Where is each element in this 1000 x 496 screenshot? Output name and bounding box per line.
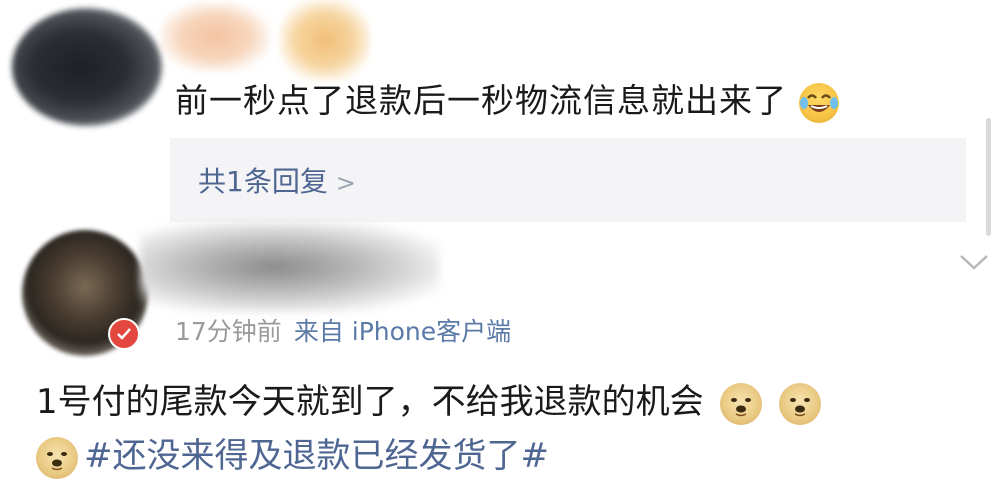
comment-body: 前一秒点了退款后一秒物流信息就出来了 <box>175 81 787 120</box>
comment-text-line2: #还没来得及退款已经发货了# <box>36 428 549 479</box>
comment-text: 1号付的尾款今天就到了，不给我退款的机会 <box>36 374 822 425</box>
comment-body: 1号付的尾款今天就到了，不给我退款的机会 <box>36 382 704 422</box>
comment-meta: 17分钟前 来自 iPhone客户端 <box>175 312 511 348</box>
laughing-crying-icon <box>798 82 839 123</box>
verified-badge-icon <box>108 318 140 350</box>
client-source-link[interactable]: 来自 iPhone客户端 <box>294 317 511 346</box>
chevron-right-icon: > <box>335 169 356 197</box>
comment-text: 前一秒点了退款后一秒物流信息就出来了 <box>175 74 839 123</box>
scrollbar[interactable] <box>986 118 991 236</box>
username-blurred[interactable] <box>140 222 440 312</box>
view-replies-link[interactable]: 共1条回复 > <box>198 160 356 200</box>
username-blurred-2 <box>280 0 370 80</box>
doge-icon <box>720 382 763 425</box>
timestamp: 17分钟前 <box>175 317 282 346</box>
avatar-blurred[interactable] <box>12 8 162 126</box>
username-blurred[interactable] <box>160 2 270 72</box>
hashtag-link[interactable]: #还没来得及退款已经发货了# <box>84 436 549 476</box>
doge-icon <box>36 436 78 479</box>
chevron-down-icon[interactable] <box>958 250 990 274</box>
reply-count-label[interactable]: 共1条回复 <box>198 165 328 198</box>
doge-icon <box>779 382 822 425</box>
